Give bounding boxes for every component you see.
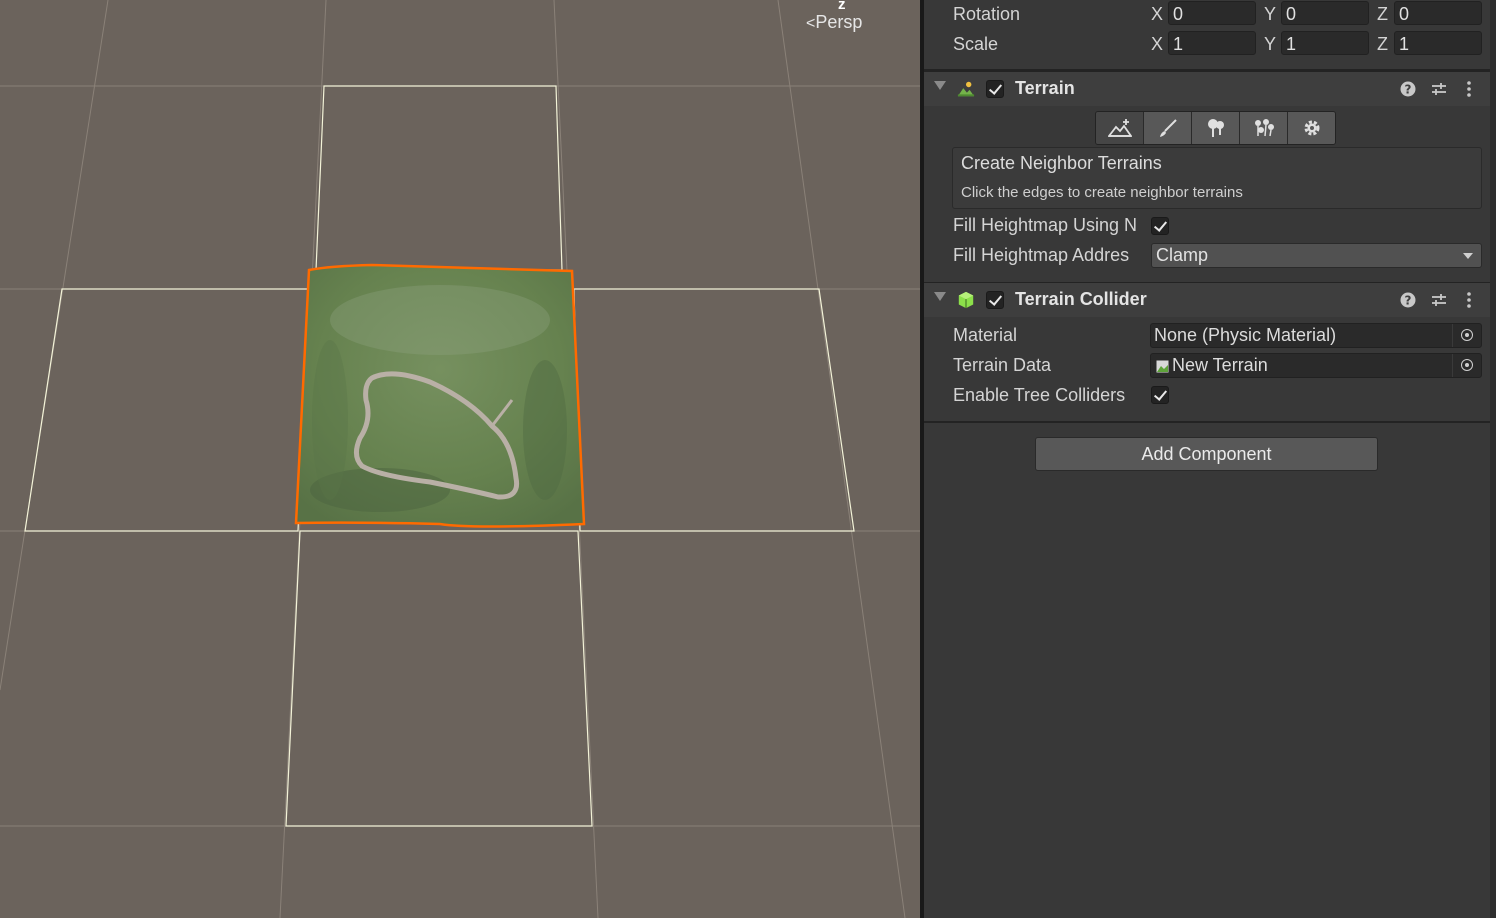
- object-picker-icon[interactable]: [1452, 324, 1481, 347]
- projection-arrow-icon: <: [806, 15, 816, 32]
- rotation-z-field[interactable]: 0: [1394, 1, 1482, 25]
- help-icon[interactable]: ?: [1399, 291, 1417, 309]
- neighbor-outline-bottom: [285, 530, 593, 827]
- chevron-down-icon: [1463, 253, 1473, 259]
- fill-heightmap-label: Fill Heightmap Using N: [953, 215, 1138, 235]
- fill-address-dropdown[interactable]: Clamp: [1151, 243, 1482, 268]
- rotation-x-field[interactable]: 0: [1168, 1, 1256, 25]
- neighbor-outline-top: [315, 85, 563, 271]
- terrain-component-icon: [957, 81, 975, 97]
- foldout-arrow-icon[interactable]: [934, 292, 946, 301]
- help-icon[interactable]: ?: [1399, 80, 1417, 98]
- tool-paint-trees[interactable]: [1192, 112, 1240, 144]
- terrain-collider-enabled-checkbox[interactable]: [986, 291, 1004, 309]
- fill-address-value: Clamp: [1156, 245, 1209, 265]
- rotation-x-label[interactable]: X: [1151, 4, 1163, 25]
- scene-grid: [0, 0, 920, 918]
- terrain-raise-icon: [1108, 119, 1132, 137]
- gear-icon: [1304, 120, 1320, 136]
- neighbor-outline-left: [24, 288, 309, 532]
- terrain-component-header[interactable]: Terrain ?: [924, 71, 1490, 106]
- terrain-collider-header[interactable]: Terrain Collider ?: [924, 282, 1490, 317]
- terrain-data-asset-icon: [1156, 360, 1169, 373]
- rotation-y-label[interactable]: Y: [1264, 4, 1276, 25]
- scale-y-field[interactable]: 1: [1281, 31, 1369, 55]
- context-menu-icon[interactable]: [1460, 291, 1478, 309]
- inspector-scrollbar[interactable]: [1490, 0, 1496, 918]
- terrain-enabled-checkbox[interactable]: [986, 80, 1004, 98]
- scale-x-label[interactable]: X: [1151, 34, 1163, 55]
- trees-icon: [1208, 119, 1224, 137]
- svg-text:?: ?: [1405, 294, 1412, 308]
- foldout-arrow-icon[interactable]: [934, 81, 946, 90]
- tool-paint-details[interactable]: [1240, 112, 1288, 144]
- tree-colliders-checkbox[interactable]: [1151, 386, 1169, 404]
- rotation-label: Rotation: [953, 4, 1021, 24]
- details-icon: [1255, 119, 1274, 137]
- scale-x-field[interactable]: 1: [1168, 31, 1256, 55]
- collider-cube-icon: [958, 291, 974, 309]
- scale-z-field[interactable]: 1: [1394, 31, 1482, 55]
- svg-text:?: ?: [1405, 83, 1412, 97]
- terrain-data-label: Terrain Data: [953, 355, 1052, 375]
- object-picker-icon[interactable]: [1452, 354, 1481, 377]
- terrain-toolbar: [1095, 111, 1336, 145]
- tool-settings[interactable]: [1288, 112, 1335, 144]
- scale-label: Scale: [953, 34, 999, 54]
- projection-label: Persp: [815, 12, 863, 32]
- scene-view[interactable]: z <Persp: [0, 0, 920, 918]
- component-separator: [924, 421, 1490, 423]
- terrain-component-title: Terrain: [1015, 78, 1075, 98]
- rotation-y-field[interactable]: 0: [1281, 1, 1369, 25]
- fill-heightmap-checkbox[interactable]: [1151, 217, 1169, 235]
- material-field[interactable]: None (Physic Material): [1150, 323, 1482, 348]
- terrain-data-value: New Terrain: [1172, 355, 1268, 375]
- inspector-panel: Rotation X 0 Y 0 Z 0 Scale X 1 Y 1 Z 1 T…: [924, 0, 1490, 918]
- create-neighbor-help-box: Create Neighbor Terrains Click the edges…: [952, 147, 1482, 209]
- projection-toggle[interactable]: <Persp: [806, 12, 862, 33]
- help-body: Click the edges to create neighbor terra…: [961, 184, 1243, 201]
- tool-paint[interactable]: [1144, 112, 1192, 144]
- terrain-data-field[interactable]: New Terrain: [1150, 353, 1482, 378]
- brush-icon: [1160, 119, 1177, 137]
- help-title: Create Neighbor Terrains: [961, 153, 1162, 173]
- material-value: None (Physic Material): [1154, 325, 1337, 345]
- presets-icon[interactable]: [1430, 80, 1448, 98]
- neighbor-outline-right: [573, 288, 855, 532]
- tree-colliders-label: Enable Tree Colliders: [953, 385, 1126, 405]
- fill-address-label: Fill Heightmap Addres: [953, 245, 1130, 265]
- add-component-button[interactable]: Add Component: [1035, 437, 1378, 471]
- rotation-row: Rotation X 0 Y 0 Z 0: [924, 0, 1490, 30]
- scale-y-label[interactable]: Y: [1264, 34, 1276, 55]
- tool-create-neighbor[interactable]: [1096, 112, 1144, 144]
- context-menu-icon[interactable]: [1460, 80, 1478, 98]
- terrain-tile: [294, 263, 586, 528]
- material-label: Material: [953, 325, 1018, 345]
- presets-icon[interactable]: [1430, 291, 1448, 309]
- rotation-z-label[interactable]: Z: [1377, 4, 1388, 25]
- scale-z-label[interactable]: Z: [1377, 34, 1388, 55]
- terrain-collider-title: Terrain Collider: [1015, 289, 1147, 309]
- scale-row: Scale X 1 Y 1 Z 1: [924, 30, 1490, 60]
